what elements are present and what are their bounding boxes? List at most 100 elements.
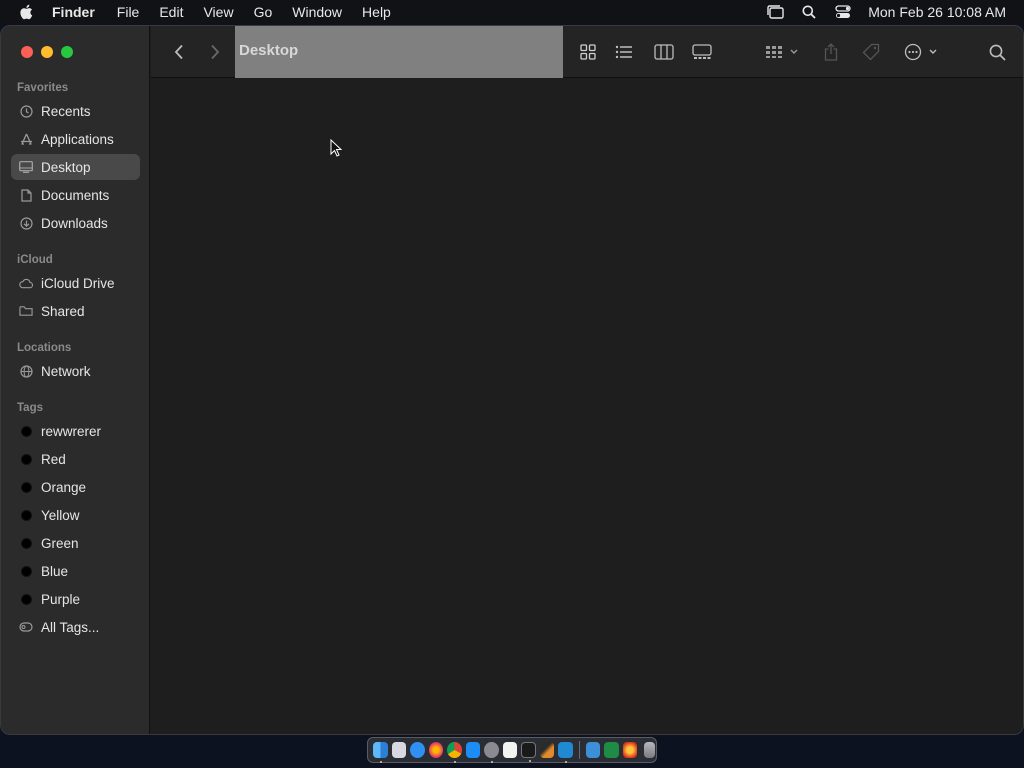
favorites-header: Favorites: [17, 82, 69, 94]
forward-icon[interactable]: [205, 38, 225, 66]
dock-terminal-icon[interactable]: [521, 742, 536, 762]
dock-finder-window-icon[interactable]: [585, 742, 601, 758]
sidebar-item-label: Blue: [41, 563, 69, 579]
sidebar-tag-orange[interactable]: Orange: [11, 474, 140, 500]
sidebar-item-shared[interactable]: Shared: [11, 298, 140, 324]
tag-dot-icon: [21, 593, 32, 605]
mouse-cursor-icon: [330, 139, 342, 157]
sidebar-tag-purple[interactable]: Purple: [11, 586, 140, 612]
dock-safari-icon[interactable]: [410, 742, 425, 758]
sidebar-item-desktop[interactable]: Desktop: [11, 154, 140, 180]
tag-dot-icon: [21, 537, 32, 549]
dock-launchpad-icon[interactable]: [391, 742, 406, 758]
sidebar-item-label: Purple: [41, 591, 81, 607]
window-title: Desktop: [239, 42, 299, 59]
sidebar-item-network[interactable]: Network: [11, 358, 140, 384]
sidebar-item-label: Desktop: [41, 159, 91, 175]
sidebar-item-label: iCloud Drive: [41, 275, 115, 291]
column-view-icon[interactable]: [651, 38, 677, 66]
share-icon[interactable]: [821, 38, 841, 66]
menu-window[interactable]: Window: [282, 0, 352, 24]
menu-help[interactable]: Help: [352, 0, 401, 24]
more-actions-icon[interactable]: [901, 38, 941, 66]
search-icon[interactable]: [985, 38, 1009, 66]
group-icon[interactable]: [763, 38, 803, 66]
tag-dot-icon: [21, 425, 32, 437]
tag-dot-icon: [21, 565, 32, 577]
dock: [367, 737, 657, 763]
dock-chrome-icon[interactable]: [447, 742, 462, 763]
dock-photo-booth-icon[interactable]: [622, 742, 638, 758]
sidebar-item-label: Yellow: [41, 507, 80, 523]
menu-file[interactable]: File: [107, 0, 150, 24]
applications-icon: [19, 132, 33, 146]
control-center-icon[interactable]: [826, 0, 860, 24]
sidebar-item-label: Downloads: [41, 215, 108, 231]
sidebar-item-downloads[interactable]: Downloads: [11, 210, 140, 236]
menu-view[interactable]: View: [193, 0, 243, 24]
apple-menu-icon[interactable]: [0, 4, 52, 20]
all-tags-icon: [19, 620, 33, 634]
shared-folder-icon: [19, 304, 33, 318]
minimize-button[interactable]: [41, 46, 53, 58]
sidebar-item-applications[interactable]: Applications: [11, 126, 140, 152]
menu-bar: Finder File Edit View Go Window Help Mon…: [0, 0, 1024, 24]
menu-edit[interactable]: Edit: [149, 0, 193, 24]
dock-separator: [578, 741, 580, 759]
dock-notes-icon[interactable]: [502, 742, 517, 758]
list-view-icon[interactable]: [611, 38, 637, 66]
menu-app-name[interactable]: Finder: [52, 0, 107, 24]
finder-window: Favorites Recents Applications Desktop D…: [0, 25, 1024, 735]
cloud-icon: [19, 276, 33, 290]
sidebar-tag-rewwrerer[interactable]: rewwrerer: [11, 418, 140, 444]
dock-app-store-icon[interactable]: [465, 742, 480, 758]
sidebar-item-icloud-drive[interactable]: iCloud Drive: [11, 270, 140, 296]
dock-settings-icon[interactable]: [484, 742, 499, 763]
dock-firefox-icon[interactable]: [428, 742, 443, 758]
icon-view-icon[interactable]: [575, 38, 601, 66]
sidebar-item-label: Recents: [41, 103, 91, 119]
menu-clock[interactable]: Mon Feb 26 10:08 AM: [860, 0, 1024, 24]
file-content-area[interactable]: [151, 79, 1023, 734]
clock-icon: [19, 104, 33, 118]
sidebar-item-label: Shared: [41, 303, 85, 319]
sidebar-item-documents[interactable]: Documents: [11, 182, 140, 208]
sidebar-item-label: Documents: [41, 187, 110, 203]
dock-brush-icon[interactable]: [539, 742, 555, 758]
tag-dot-icon: [21, 453, 32, 465]
sidebar-item-recents[interactable]: Recents: [11, 98, 140, 124]
sidebar-tag-blue[interactable]: Blue: [11, 558, 140, 584]
back-icon[interactable]: [169, 38, 189, 66]
tag-dot-icon: [21, 509, 32, 521]
sidebar-item-label: Orange: [41, 479, 87, 495]
icloud-header: iCloud: [17, 254, 53, 266]
network-icon: [19, 364, 33, 378]
tag-icon[interactable]: [859, 38, 883, 66]
dock-trash-icon[interactable]: [644, 742, 655, 758]
document-icon: [19, 188, 33, 202]
download-icon: [19, 216, 33, 230]
sidebar-item-label: All Tags...: [41, 619, 100, 635]
close-button[interactable]: [21, 46, 33, 58]
sidebar-item-all-tags[interactable]: All Tags...: [11, 614, 140, 640]
sidebar-tag-green[interactable]: Green: [11, 530, 140, 556]
tag-dot-icon: [21, 481, 32, 493]
locations-header: Locations: [17, 342, 72, 354]
sidebar-tag-red[interactable]: Red: [11, 446, 140, 472]
toolbar: Desktop: [151, 26, 1023, 78]
tags-header: Tags: [17, 402, 43, 414]
zoom-button[interactable]: [61, 46, 73, 58]
sidebar-item-label: Red: [41, 451, 66, 467]
desktop-icon: [19, 160, 33, 174]
sidebar-item-label: Applications: [41, 131, 114, 147]
dock-excel-icon[interactable]: [604, 742, 619, 758]
traffic-lights: [21, 46, 73, 58]
title-area: Desktop: [235, 26, 563, 78]
gallery-view-icon[interactable]: [689, 38, 715, 66]
stage-manager-icon[interactable]: [758, 0, 792, 24]
menu-go[interactable]: Go: [244, 0, 283, 24]
dock-finder-icon[interactable]: [373, 742, 388, 763]
sidebar-tag-yellow[interactable]: Yellow: [11, 502, 140, 528]
spotlight-icon[interactable]: [792, 0, 826, 24]
dock-vscode-icon[interactable]: [558, 742, 573, 763]
